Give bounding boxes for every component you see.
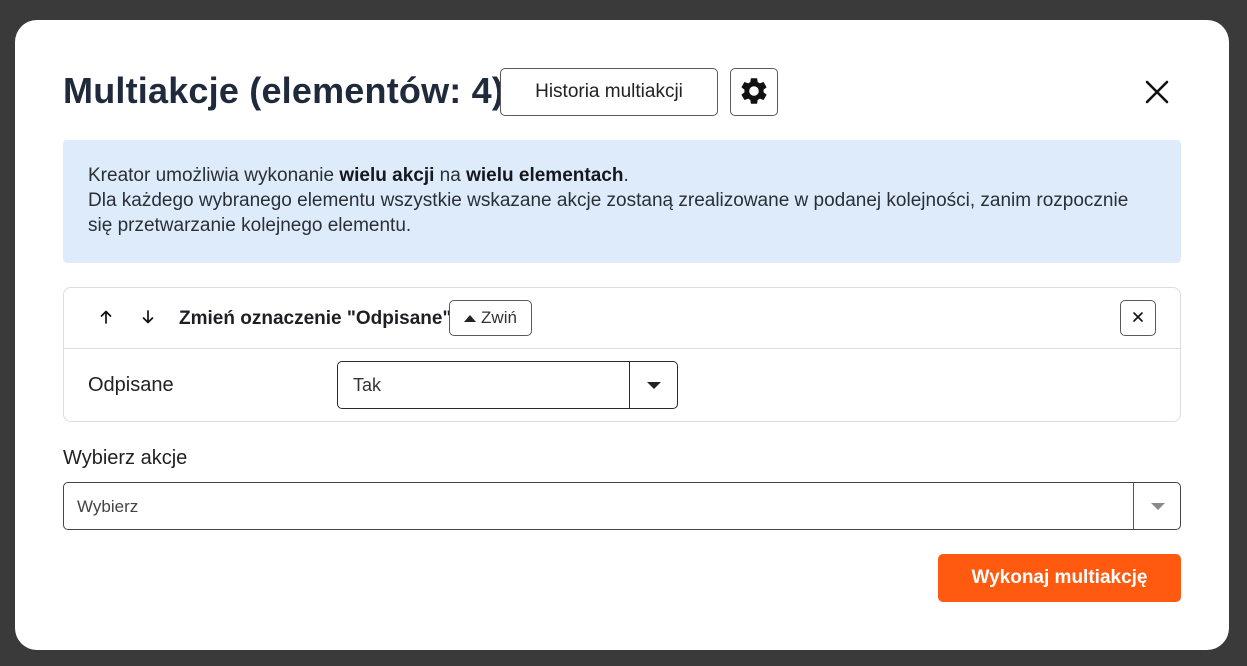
collapse-button[interactable]: Zwiń bbox=[449, 300, 532, 336]
history-button[interactable]: Historia multiakcji bbox=[500, 68, 718, 116]
move-down-button[interactable] bbox=[135, 305, 161, 331]
close-button[interactable] bbox=[1139, 75, 1175, 111]
action-card-title: Zmień oznaczenie "Odpisane" bbox=[179, 308, 452, 329]
choose-action-label: Wybierz akcje bbox=[63, 447, 188, 469]
arrow-up-icon bbox=[98, 309, 114, 328]
chevron-down-icon[interactable] bbox=[1151, 503, 1165, 510]
info-line-2: Dla każdego wybranego elementu wszystkie… bbox=[88, 190, 1129, 236]
action-card: Zmień oznaczenie "Odpisane" Zwiń Odpisan… bbox=[63, 287, 1181, 422]
odpisane-select[interactable]: Tak bbox=[337, 361, 678, 409]
odpisane-select-value: Tak bbox=[353, 375, 382, 395]
info-panel: Kreator umożliwia wykonanie wielu akcji … bbox=[63, 140, 1181, 263]
run-multiaction-button[interactable]: Wykonaj multiakcję bbox=[938, 554, 1181, 602]
select-divider bbox=[629, 362, 630, 408]
chevron-down-icon[interactable] bbox=[647, 382, 661, 389]
settings-button[interactable] bbox=[730, 68, 778, 116]
select-divider bbox=[1133, 483, 1134, 529]
close-icon bbox=[1132, 311, 1144, 326]
move-up-button[interactable] bbox=[93, 305, 119, 331]
multiaction-modal: Multiakcje (elementów: 4) Historia multi… bbox=[15, 20, 1229, 650]
remove-action-button[interactable] bbox=[1120, 300, 1156, 336]
caret-up-icon bbox=[464, 314, 477, 322]
choose-action-select[interactable]: Wybierz bbox=[63, 482, 1181, 530]
arrow-down-icon bbox=[140, 309, 156, 328]
collapse-label: Zwiń bbox=[481, 308, 517, 327]
close-icon bbox=[1144, 79, 1170, 108]
choose-action-placeholder: Wybierz bbox=[77, 497, 139, 516]
odpisane-label: Odpisane bbox=[88, 374, 174, 396]
action-card-header: Zmień oznaczenie "Odpisane" Zwiń bbox=[64, 288, 1180, 349]
modal-title: Multiakcje (elementów: 4) bbox=[63, 70, 505, 111]
info-line-1: Kreator umożliwia wykonanie wielu akcji … bbox=[88, 165, 629, 186]
gear-icon bbox=[738, 75, 770, 110]
